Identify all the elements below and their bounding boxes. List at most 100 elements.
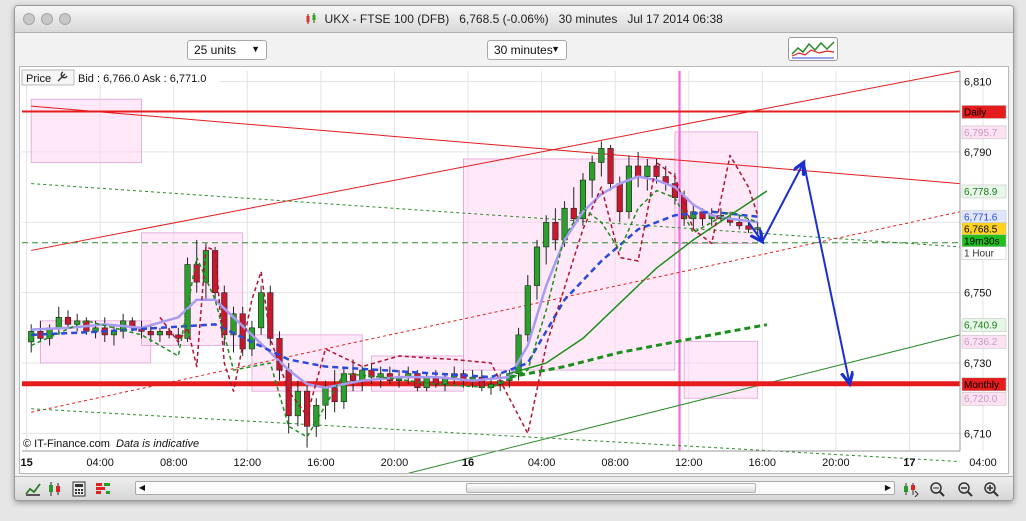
candle-body [331, 387, 338, 403]
x-tick-label: 16:00 [307, 457, 335, 469]
candlestick-icon [306, 13, 316, 24]
forecast-arrow [761, 162, 803, 243]
y-tick-label: 6,810 [964, 77, 992, 89]
x-tick-label: 17 [903, 457, 915, 469]
pivot-zone [674, 131, 759, 244]
candle-body [635, 165, 642, 177]
candle-body [616, 183, 623, 213]
chevron-down-icon: ▼ [251, 44, 260, 54]
candle-body [322, 387, 329, 406]
chart-panel[interactable]: 15 04:00 08:00 12:00 16:00 20:00 16 04:00 08:00 1… [19, 66, 1009, 477]
candle-body [552, 221, 559, 241]
interval-label: 30 minutes [558, 12, 618, 26]
candle-body [193, 264, 200, 283]
instrument-name: UKX - FTSE 100 (DFB) [324, 12, 450, 26]
candle-body [147, 331, 154, 336]
disclaimer-label: Data is indicative [116, 438, 199, 450]
y-tick-label: 6,790 [964, 147, 992, 159]
price-tag-label: 6,771.6 [964, 213, 998, 224]
x-tick-label: 15 [20, 457, 32, 469]
price-label: Price [26, 73, 51, 85]
x-tick-label: 04:00 [969, 457, 997, 469]
units-select[interactable]: 25 units ▼ [187, 40, 267, 60]
candle-body [607, 148, 614, 184]
timeframe-select-value: 30 minutes [494, 43, 553, 57]
x-tick-label: 20:00 [822, 457, 850, 469]
pivot-zone [30, 98, 142, 163]
x-tick-label: 20:00 [381, 457, 409, 469]
price-tag-label: Daily [964, 107, 986, 118]
price-tag-label: 1 Hour [964, 249, 995, 260]
scroll-thumb[interactable] [466, 483, 756, 493]
pivot-zone [463, 158, 676, 371]
candle-body [28, 331, 35, 343]
units-select-value: 25 units [194, 43, 237, 57]
chart-type-icon[interactable] [25, 481, 41, 497]
chart-window: UKX - FTSE 100 (DFB) 6,768.5 (-0.06%) 30… [14, 5, 1014, 501]
price-tag-label: 6,736.2 [964, 337, 998, 348]
y-tick-label: 6,750 [964, 288, 992, 300]
candle-body [598, 148, 605, 163]
calculator-icon[interactable] [71, 481, 87, 497]
scroll-right-icon[interactable]: ▶ [882, 482, 894, 494]
candle-body [64, 316, 72, 325]
candle-body [414, 373, 421, 388]
x-tick-label: 16 [462, 457, 474, 469]
x-tick-label: 04:00 [86, 457, 114, 469]
candle-body [625, 165, 633, 213]
candle-body [524, 285, 531, 336]
candle-body [515, 334, 522, 374]
price-tag-label: 6,720.0 [964, 394, 998, 405]
price-tag-label: 6,740.9 [964, 321, 998, 332]
candle-body [258, 292, 265, 329]
zoom-out-icon[interactable] [957, 481, 973, 497]
copyright-label: © IT-Finance.com [23, 438, 110, 450]
x-tick-label: 04:00 [528, 457, 556, 469]
candle-body [340, 373, 347, 403]
candle-body [736, 221, 743, 227]
candle-body [294, 390, 301, 417]
candle-body [166, 331, 173, 336]
forecast-arrow [802, 162, 850, 383]
autoscale-icon[interactable] [903, 481, 919, 498]
price-tag-label: 6,778.9 [964, 187, 998, 198]
candle-body [285, 369, 292, 417]
title-bar: UKX - FTSE 100 (DFB) 6,768.5 (-0.06%) 30… [15, 6, 1013, 33]
timeframe-select[interactable]: 30 minutes ▼ [487, 40, 567, 60]
candle-body [644, 165, 651, 177]
price-tag-label: 19m30s [964, 237, 1000, 248]
price-chart[interactable]: 15 04:00 08:00 12:00 16:00 20:00 16 04:00 08:00 1… [20, 67, 1008, 477]
indicators-icon [791, 41, 835, 59]
order-book-icon[interactable] [95, 481, 111, 497]
candle-body [570, 207, 577, 220]
pivot-zone [683, 340, 759, 399]
candle-body [533, 246, 541, 286]
horizontal-scrollbar[interactable]: ◀ ▶ [135, 481, 895, 495]
chevron-down-icon: ▼ [551, 44, 560, 54]
bottom-toolbar: ◀ ▶ [15, 476, 1013, 500]
candle-body [589, 162, 596, 181]
candle-body [267, 292, 274, 339]
zoom-fit-icon[interactable] [929, 481, 945, 497]
x-tick-label: 08:00 [601, 457, 629, 469]
window-title: UKX - FTSE 100 (DFB) 6,768.5 (-0.06%) 30… [15, 12, 1013, 26]
candle-body [156, 331, 164, 336]
zoom-in-icon[interactable] [983, 481, 999, 497]
scroll-left-icon[interactable]: ◀ [136, 482, 148, 494]
price-tag-label: Monthly [964, 380, 999, 391]
candle-body [543, 221, 550, 248]
x-tick-label: 12:00 [675, 457, 703, 469]
y-tick-label: 6,730 [964, 358, 992, 370]
candle-style-icon[interactable] [47, 481, 63, 497]
bid-ask-label: Bid : 6,766.0 Ask : 6,771.0 [78, 73, 206, 85]
candle-body [55, 316, 62, 329]
y-tick-label: 6,710 [964, 428, 992, 440]
x-tick-label: 08:00 [160, 457, 188, 469]
datetime-label: Jul 17 2014 06:38 [627, 12, 723, 26]
x-tick-label: 16:00 [749, 457, 777, 469]
candle-body [754, 227, 761, 230]
price-change: 6,768.5 (-0.06%) [459, 12, 549, 26]
indicators-button[interactable] [788, 37, 838, 61]
x-tick-label: 12:00 [234, 457, 262, 469]
price-tag-label: 6,795.7 [964, 128, 998, 139]
